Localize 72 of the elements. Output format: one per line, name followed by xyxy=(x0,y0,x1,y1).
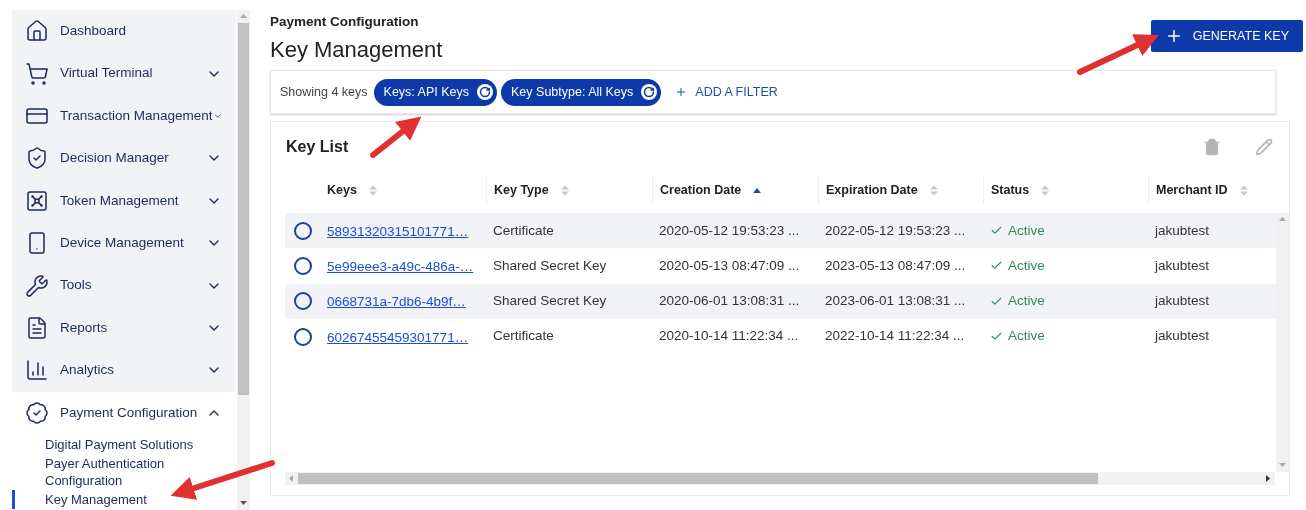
sidebar-item[interactable]: Analytics xyxy=(12,349,236,392)
sidebar-item[interactable]: Payment Configuration xyxy=(12,391,236,434)
table-cell-text: 2022-05-12 19:53:23 ... xyxy=(824,221,967,240)
table-cell-text: 2020-10-14 11:22:34 ... xyxy=(658,327,800,346)
wrench-icon xyxy=(25,273,49,298)
table-row[interactable]: 0668731a-7db6-4b9f… Shared Secret Key 2020-06-01 13:08:31 ... 2023-06-01 13:08:31 ... Active jakubtest xyxy=(285,283,1276,319)
table-cell-text: 2023-06-01 13:08:31 ... xyxy=(824,292,967,311)
sidebar-item[interactable]: Transaction Management xyxy=(12,94,236,138)
house-icon xyxy=(25,19,49,44)
bar-chart-icon xyxy=(25,358,49,383)
radio-button[interactable] xyxy=(293,292,312,311)
scrollbar[interactable] xyxy=(237,10,250,510)
breadcrumb: Payment Configuration xyxy=(270,13,420,31)
sidebar-item[interactable]: Token Management xyxy=(12,179,236,222)
status-text: Active xyxy=(1008,256,1045,275)
table-cell-text: jakubtest xyxy=(1153,256,1211,275)
column-header[interactable]: Creation Date xyxy=(652,176,818,204)
card-title: Key List xyxy=(286,136,349,157)
plus-icon xyxy=(675,86,688,98)
page-title: Key Management xyxy=(270,36,443,65)
key-link[interactable]: 5e99eee3-a49c-486a-… xyxy=(327,258,474,274)
table-cell-text: jakubtest xyxy=(1153,292,1211,311)
filter-chip[interactable]: Key Subtype: All Keys xyxy=(501,78,662,106)
status-text: Active xyxy=(1008,327,1045,346)
safe-icon xyxy=(25,188,49,213)
shield-icon xyxy=(25,146,49,171)
table-cell-text: 2020-05-13 08:47:09 ... xyxy=(658,256,801,275)
column-header[interactable]: Expiration Date xyxy=(818,176,983,204)
sidebar-item[interactable]: Dashboard xyxy=(12,10,236,53)
sidebar-subitem[interactable]: Digital Payment Solutions xyxy=(12,434,236,454)
sidebar-subitem[interactable]: Payer Authentication Configuration xyxy=(12,453,236,490)
table-cell-text: jakubtest xyxy=(1153,221,1211,240)
result-count: Showing 4 keys xyxy=(280,83,368,101)
radio-button[interactable] xyxy=(293,221,312,240)
table-cell-text: Shared Secret Key xyxy=(492,256,608,275)
sidebar-item[interactable]: Decision Manager xyxy=(12,137,236,180)
generate-key-button[interactable]: GENERATE KEY xyxy=(1150,20,1303,52)
table-cell-text: Certificate xyxy=(492,327,555,346)
scroll-right-icon[interactable] xyxy=(1265,475,1272,482)
horizontal-scrollbar[interactable] xyxy=(285,472,1275,485)
radio-button[interactable] xyxy=(293,256,312,275)
add-filter-link[interactable]: ADD A FILTER xyxy=(675,82,778,102)
status-text: Active xyxy=(1008,221,1045,240)
document-icon xyxy=(25,315,49,340)
column-header[interactable]: Key Type xyxy=(486,176,652,204)
scroll-down-icon[interactable] xyxy=(240,500,247,507)
key-link[interactable]: 60267455459301771… xyxy=(327,329,469,345)
table-cell-text: Certificate xyxy=(492,221,555,240)
key-link[interactable]: 0668731a-7db6-4b9f… xyxy=(327,294,466,310)
table-cell-text: jakubtest xyxy=(1153,327,1211,346)
column-header[interactable]: Merchant ID xyxy=(1148,176,1276,204)
sidebar-item[interactable]: Virtual Terminal xyxy=(12,52,236,95)
cart-icon xyxy=(25,61,49,86)
reset-icon[interactable] xyxy=(641,84,658,100)
key-link[interactable]: 58931320315101771… xyxy=(327,223,469,239)
table-cell-text: 2022-10-14 11:22:34 ... xyxy=(824,327,966,346)
sidebar-item[interactable]: Reports xyxy=(12,306,236,350)
table-cell-text: 2023-05-13 08:47:09 ... xyxy=(824,256,967,275)
annotation-arrow xyxy=(370,116,422,158)
column-header[interactable]: Keys xyxy=(320,176,486,204)
sidebar-item[interactable]: Tools xyxy=(12,264,236,307)
sort-ascending-icon[interactable] xyxy=(753,187,762,193)
column-header[interactable]: Status xyxy=(983,176,1148,204)
radio-button[interactable] xyxy=(293,327,312,346)
status-text: Active xyxy=(1008,292,1045,311)
table-cell-text: Shared Secret Key xyxy=(492,292,608,311)
table-cell-text: 2020-05-12 19:53:23 ... xyxy=(658,221,801,240)
reset-icon[interactable] xyxy=(477,84,494,100)
sidebar-item[interactable]: Device Management xyxy=(12,221,236,265)
table-cell-text: 2020-06-01 13:08:31 ... xyxy=(658,292,801,311)
table-row[interactable]: 58931320315101771… Certificate 2020-05-12 19:53:23 ... 2022-05-12 19:53:23 ... Active jakubtest xyxy=(285,213,1276,249)
filter-chip[interactable]: Keys: API Keys xyxy=(373,78,498,106)
